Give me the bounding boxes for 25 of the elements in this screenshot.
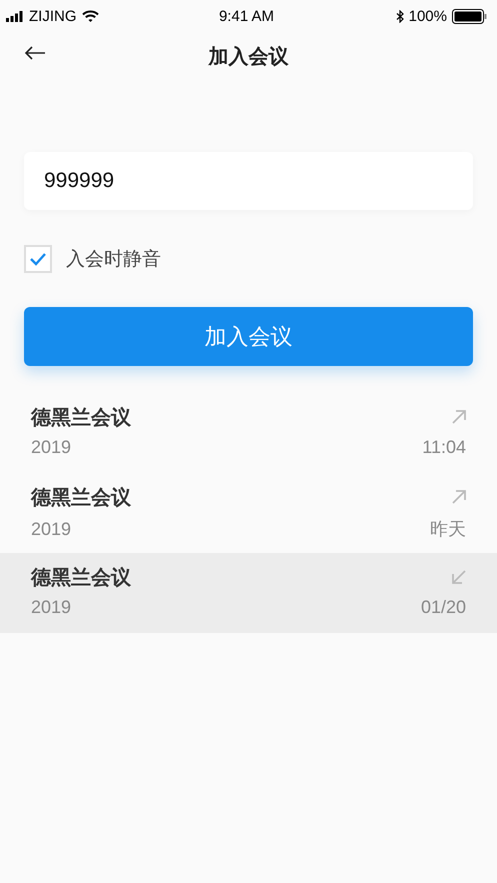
meeting-time: 01/20: [420, 597, 466, 618]
page-title: 加入会议: [208, 44, 288, 70]
status-time: 9:41 AM: [218, 8, 274, 24]
meeting-name: 德黑兰会议: [31, 406, 131, 430]
mute-label: 入会时静音: [66, 248, 161, 272]
mute-checkbox[interactable]: [24, 245, 52, 273]
battery-icon: [452, 8, 487, 24]
back-arrow-icon: [24, 46, 46, 60]
meeting-name: 德黑兰会议: [31, 566, 131, 590]
wifi-icon: [82, 10, 98, 22]
history-item[interactable]: 德黑兰会议 2019 01/20: [0, 553, 497, 633]
join-button[interactable]: 加入会议: [24, 307, 473, 366]
meeting-id-field[interactable]: 999999: [24, 152, 473, 210]
battery-percent: 100%: [408, 8, 447, 24]
signal-icon: [6, 10, 24, 22]
meeting-year: 2019: [31, 437, 72, 458]
meeting-time: 昨天: [430, 518, 466, 541]
meeting-name: 德黑兰会议: [31, 486, 131, 510]
bluetooth-icon: [396, 10, 404, 22]
checkmark-icon: [29, 252, 47, 266]
back-button[interactable]: [24, 46, 46, 60]
meeting-year: 2019: [31, 597, 72, 618]
carrier-name: ZIJING: [29, 8, 76, 24]
meeting-time: 11:04: [422, 437, 466, 458]
meeting-year: 2019: [31, 518, 72, 540]
